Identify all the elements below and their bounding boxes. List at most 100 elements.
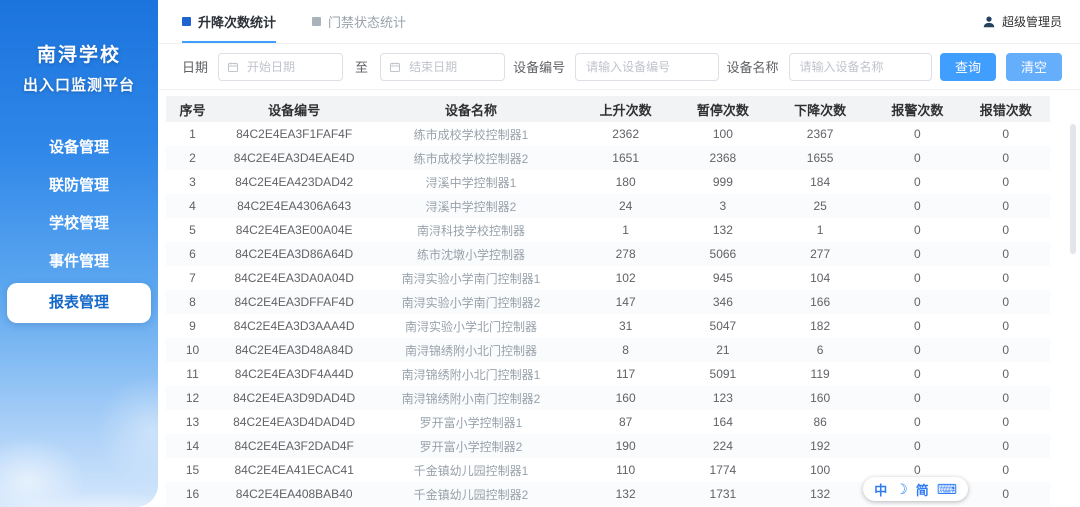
sidebar-item-school[interactable]: 学校管理 [0, 205, 158, 243]
table-cell: 1774 [709, 463, 737, 477]
table-cell: 5047 [709, 319, 737, 333]
table-cell: 练市成校学校控制器1 [413, 127, 529, 142]
tab-square-icon [182, 17, 191, 26]
device-code-input[interactable] [584, 58, 710, 75]
column-header: 下降次数 [767, 96, 874, 122]
crescent-icon[interactable]: ☽ [895, 482, 908, 496]
table-cell: 南浔实验小学南门控制器2 [401, 295, 541, 310]
table-cell: 0 [914, 391, 921, 405]
ime-toolbar[interactable]: 中 ☽ 简 ⌨ [863, 477, 968, 501]
table-cell: 8 [622, 343, 629, 357]
table-cell: 1651 [612, 151, 639, 165]
column-header: 报警次数 [873, 96, 962, 122]
table-cell: 104 [810, 271, 831, 285]
table-cell: 南浔锦绣附小北门控制器 [404, 343, 537, 358]
table-row[interactable]: 5 84C2E4EA3E00A04E 南浔科技学校控制器 1 132 1 0 0 [166, 218, 1050, 242]
table-cell: 2362 [612, 127, 639, 141]
tab-access-status-stats[interactable]: 门禁状态统计 [312, 0, 406, 43]
table-cell: 166 [810, 295, 831, 309]
table-cell: 南浔实验小学南门控制器1 [401, 271, 541, 286]
column-header: 报错次数 [961, 96, 1050, 122]
table-cell: 190 [615, 439, 636, 453]
table-cell: 25 [813, 199, 827, 213]
table-cell: 160 [810, 391, 831, 405]
calendar-icon [227, 61, 239, 73]
table-row[interactable]: 6 84C2E4EA3D86A64D 练市沈墩小学控制器 278 5066 277 0 0 [166, 242, 1050, 266]
table-cell: 8 [189, 295, 196, 309]
table-row[interactable]: 12 84C2E4EA3D9DAD4D 南浔锦绣附小南门控制器2 160 123 160 0… [166, 386, 1050, 410]
table-cell: 0 [1002, 439, 1010, 453]
table-row[interactable]: 9 84C2E4EA3D3AAA4D 南浔实验小学北门控制器 31 5047 182 0 0 [166, 314, 1050, 338]
table-cell: 14 [185, 439, 200, 453]
table-cell: 0 [914, 223, 921, 237]
table-row[interactable]: 7 84C2E4EA3DA0A04D 南浔实验小学南门控制器1 102 945 104 0 0 [166, 266, 1050, 290]
sidebar-item-report[interactable]: 报表管理 [7, 283, 151, 323]
table-cell: 0 [914, 367, 921, 381]
table-cell: 12 [185, 391, 200, 405]
column-header: 上升次数 [572, 96, 679, 122]
sidebar-item-device[interactable]: 设备管理 [0, 129, 158, 167]
table-cell: 0 [1002, 151, 1010, 165]
table-cell: 0 [1002, 271, 1010, 285]
scrollbar-thumb[interactable] [1070, 124, 1076, 254]
table-row[interactable]: 2 84C2E4EA3D4EAE4D 练市成校学校控制器2 1651 2368 1655 0… [166, 146, 1050, 170]
table-cell: 84C2E4EA3F2DAD4F [234, 439, 354, 453]
sidebar-item-event[interactable]: 事件管理 [0, 243, 158, 281]
table-row[interactable]: 14 84C2E4EA3F2DAD4F 罗开富小学控制器2 190 224 192 0 0 [166, 434, 1050, 458]
date-label: 日期 [182, 60, 209, 75]
table-row[interactable]: 1 84C2E4EA3F1FAF4F 练市成校学校控制器1 2362 100 2367 0 0 [166, 122, 1050, 146]
device-name-input[interactable] [797, 58, 923, 75]
table-cell: 千金镇幼儿园控制器2 [413, 487, 529, 502]
tab-label: 升降次数统计 [198, 15, 277, 30]
table-header-row: 序号 设备编号 设备名称 上升次数 暂停次数 下降次数 报警次数 报错次数 [166, 96, 1050, 122]
vertical-scrollbar[interactable] [1070, 124, 1076, 503]
table-cell: 0 [1002, 127, 1010, 141]
table-cell: 277 [810, 247, 831, 261]
table-cell: 0 [914, 319, 921, 333]
table-cell: 84C2E4EA3DFFAF4D [234, 295, 354, 309]
table-row[interactable]: 11 84C2E4EA3DF4A44D 南浔锦绣附小北门控制器1 117 5091 119… [166, 362, 1050, 386]
table-cell: 15 [185, 463, 200, 477]
table-area: 序号 设备编号 设备名称 上升次数 暂停次数 下降次数 报警次数 报错次数 1 84C2E4EA… [158, 90, 1080, 507]
start-date-input[interactable] [245, 58, 335, 75]
table-cell: 南浔实验小学北门控制器 [404, 319, 537, 334]
table-cell: 0 [1002, 175, 1010, 189]
end-date-field[interactable] [380, 52, 506, 81]
table-cell: 1655 [806, 151, 834, 165]
sidebar-item-defense[interactable]: 联防管理 [0, 167, 158, 205]
table-cell: 4 [189, 199, 196, 213]
ime-simplified-label[interactable]: 简 [916, 480, 929, 499]
table-cell: 1 [189, 127, 196, 141]
end-date-input[interactable] [407, 58, 497, 75]
search-button[interactable]: 查询 [939, 52, 996, 81]
table-row[interactable]: 3 84C2E4EA423DAD42 浔溪中学控制器1 180 999 184 0 0 [166, 170, 1050, 194]
table-row[interactable]: 10 84C2E4EA3D48A84D 南浔锦绣附小北门控制器 8 21 6 0 0 [166, 338, 1050, 362]
table-row[interactable]: 13 84C2E4EA3D4DAD4D 罗开富小学控制器1 87 164 86 0 0 [166, 410, 1050, 434]
table-cell: 10 [185, 343, 200, 357]
table-cell: 84C2E4EA3D86A64D [235, 247, 354, 261]
user-menu[interactable]: 超级管理员 [982, 13, 1062, 30]
table-cell: 1 [622, 223, 629, 237]
table-cell: 6 [189, 247, 196, 261]
table-cell: 9 [189, 319, 196, 333]
calendar-icon [389, 61, 401, 73]
device-code-label: 设备编号 [513, 60, 566, 75]
table-cell: 100 [712, 127, 733, 141]
table-cell: 147 [615, 295, 636, 309]
table-cell: 184 [810, 175, 831, 189]
table-cell: 0 [1002, 247, 1010, 261]
start-date-field[interactable] [218, 52, 344, 81]
keyboard-icon[interactable]: ⌨ [937, 482, 957, 496]
table-row[interactable]: 4 84C2E4EA4306A643 浔溪中学控制器2 24 3 25 0 0 [166, 194, 1050, 218]
ime-chinese-label[interactable]: 中 [874, 480, 887, 499]
stats-table: 序号 设备编号 设备名称 上升次数 暂停次数 下降次数 报警次数 报错次数 1 84C2E4EA… [166, 96, 1050, 507]
device-code-field[interactable] [575, 52, 719, 81]
table-cell: 0 [914, 439, 921, 453]
table-cell: 117 [616, 367, 636, 381]
table-cell: 0 [914, 151, 921, 165]
device-name-field[interactable] [788, 52, 932, 81]
clear-button[interactable]: 清空 [1005, 52, 1062, 81]
tab-lift-count-stats[interactable]: 升降次数统计 [182, 0, 277, 43]
table-row[interactable]: 8 84C2E4EA3DFFAF4D 南浔实验小学南门控制器2 147 346 166 0 0 [166, 290, 1050, 314]
table-cell: 0 [1002, 343, 1010, 357]
